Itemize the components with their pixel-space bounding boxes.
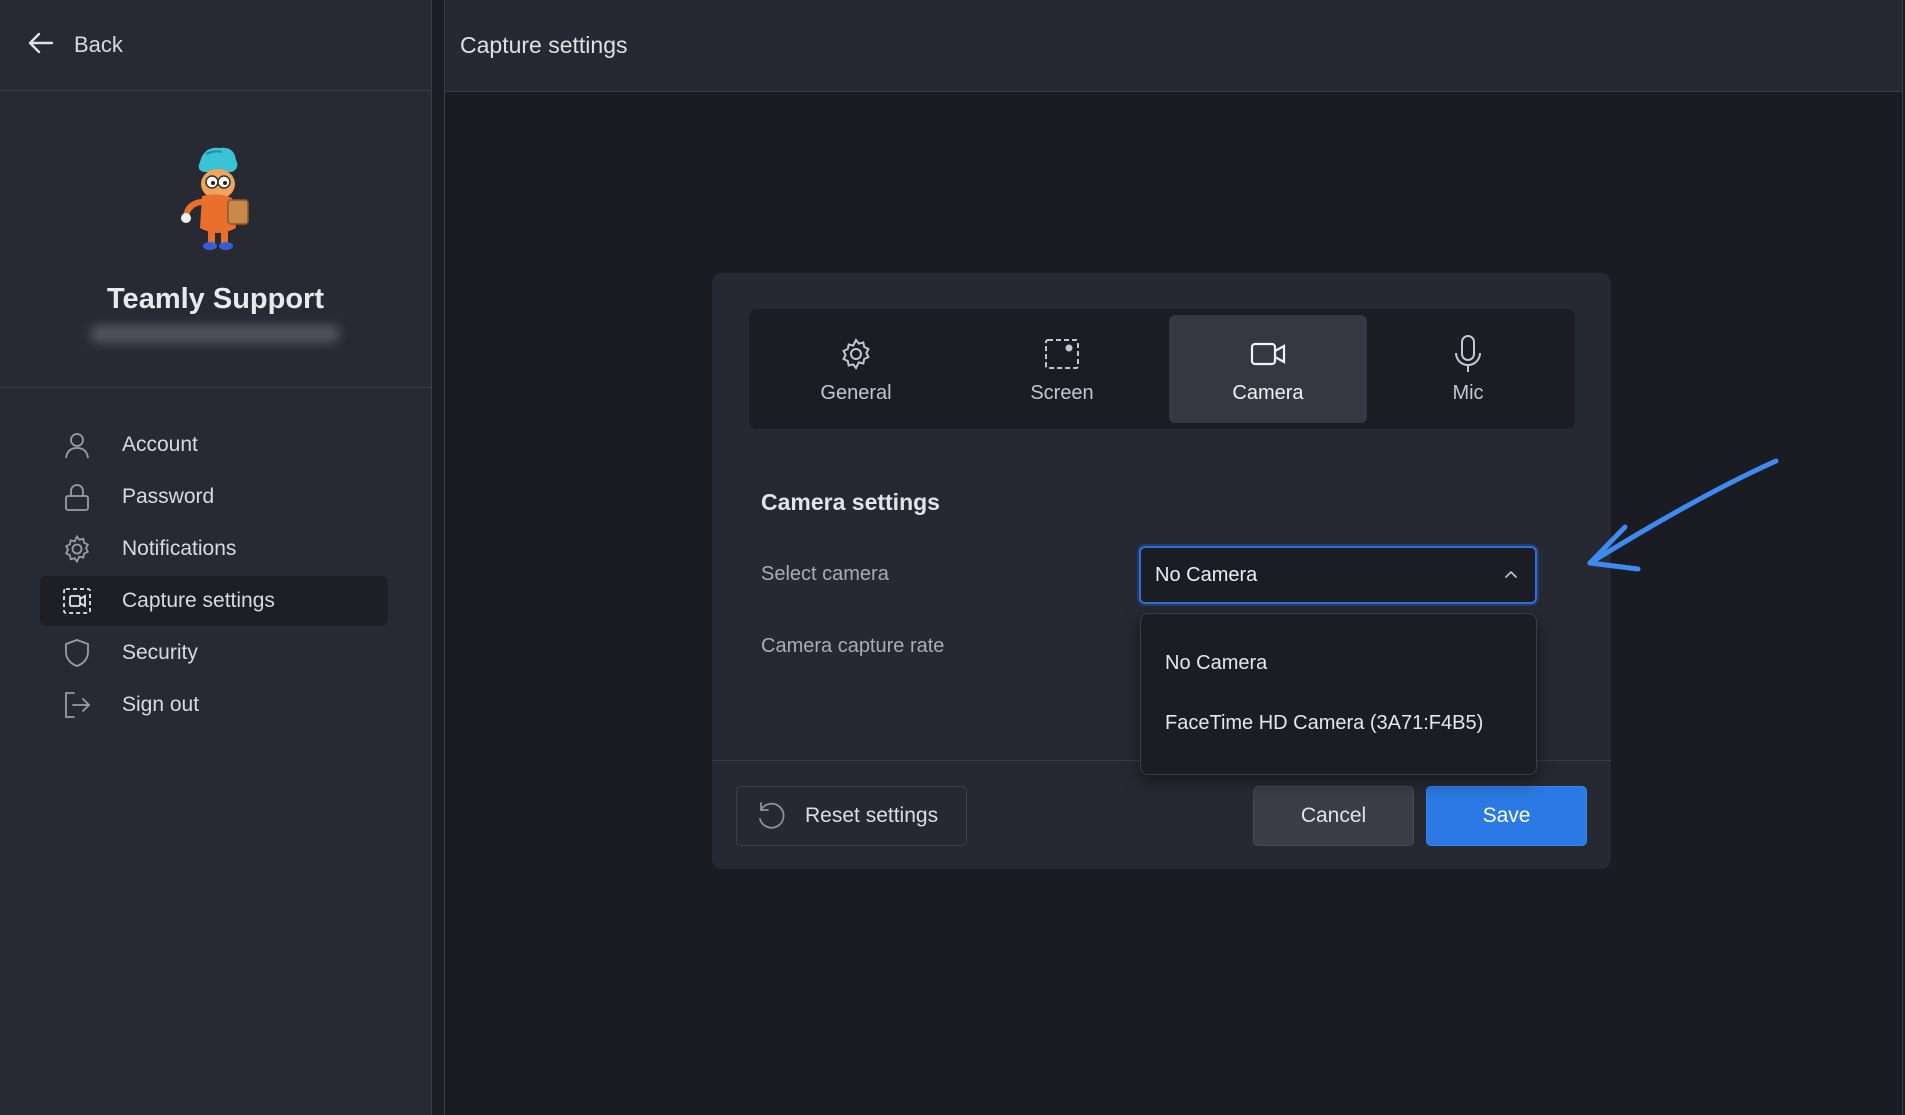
arrow-left-icon: [26, 28, 56, 63]
back-label: Back: [74, 32, 123, 57]
sidebar-item-password[interactable]: Password: [40, 472, 388, 522]
sign-out-icon: [62, 690, 92, 720]
save-button[interactable]: Save: [1426, 786, 1587, 846]
profile-card: Teamly Support: [0, 92, 431, 388]
main-header: Capture settings: [445, 0, 1902, 92]
tab-label: Camera: [1232, 381, 1304, 404]
sidebar-item-label: Capture settings: [122, 589, 275, 612]
gear-icon: [62, 534, 92, 564]
tab-label: Mic: [1452, 381, 1484, 404]
cancel-button[interactable]: Cancel: [1253, 786, 1414, 846]
profile-email-redacted: [90, 325, 340, 343]
screen-capture-icon: [1045, 338, 1079, 369]
sidebar-item-account[interactable]: Account: [40, 420, 388, 470]
lock-icon: [62, 482, 92, 512]
dropdown-option-facetime-camera[interactable]: FaceTime HD Camera (3A71:F4B5): [1165, 712, 1483, 735]
video-camera-icon: [1250, 342, 1286, 365]
profile-name: Teamly Support: [107, 283, 324, 315]
section-title: Camera settings: [761, 489, 940, 515]
sidebar-item-label: Sign out: [122, 693, 200, 716]
main-panel: Capture settings General Screen Camera M…: [444, 0, 1903, 1115]
capture-tabs: General Screen Camera Mic: [749, 309, 1575, 429]
reset-settings-label: Reset settings: [805, 804, 939, 827]
sidebar-item-sign-out[interactable]: Sign out: [40, 680, 388, 730]
reset-settings-button[interactable]: Reset settings: [736, 786, 967, 846]
sidebar-item-notifications[interactable]: Notifications: [40, 524, 388, 574]
camera-dropdown-menu: No Camera FaceTime HD Camera (3A71:F4B5): [1140, 613, 1537, 775]
back-button[interactable]: Back: [0, 0, 431, 91]
camera-capture-rate-label: Camera capture rate: [761, 635, 945, 657]
sidebar-item-security[interactable]: Security: [40, 628, 388, 678]
tab-camera[interactable]: Camera: [1169, 315, 1367, 423]
avatar: [181, 147, 249, 250]
dropdown-option-no-camera[interactable]: No Camera: [1165, 652, 1267, 675]
sidebar: Back Teamly Support Account Password Not…: [0, 0, 432, 1115]
sidebar-item-capture-settings[interactable]: Capture settings: [40, 576, 388, 626]
sidebar-item-label: Password: [122, 485, 215, 508]
sidebar-item-label: Notifications: [122, 537, 237, 560]
tab-label: Screen: [1030, 381, 1094, 404]
dialog-footer: Reset settings Cancel Save: [712, 760, 1611, 869]
capture-settings-dialog: General Screen Camera Mic Camera setting…: [712, 273, 1611, 869]
tab-screen[interactable]: Screen: [963, 315, 1161, 423]
user-icon: [62, 430, 92, 460]
chevron-up-icon: [1505, 571, 1517, 578]
tab-mic[interactable]: Mic: [1369, 315, 1567, 423]
sidebar-item-label: Security: [122, 641, 198, 664]
app-window: Back Teamly Support Account Password Not…: [0, 0, 1905, 1115]
capture-icon: [62, 586, 92, 616]
tab-label: General: [820, 381, 892, 404]
shield-icon: [62, 638, 92, 668]
sidebar-item-label: Account: [122, 433, 198, 456]
gear-icon: [842, 337, 870, 370]
tab-general[interactable]: General: [757, 315, 955, 423]
page-title: Capture settings: [460, 32, 628, 58]
camera-select[interactable]: No Camera: [1139, 546, 1537, 604]
camera-select-value: No Camera: [1155, 563, 1258, 586]
select-camera-label: Select camera: [761, 563, 889, 585]
settings-nav: Account Password Notifications Capture s…: [40, 420, 388, 732]
microphone-icon: [1455, 334, 1481, 372]
reset-icon: [759, 802, 785, 829]
